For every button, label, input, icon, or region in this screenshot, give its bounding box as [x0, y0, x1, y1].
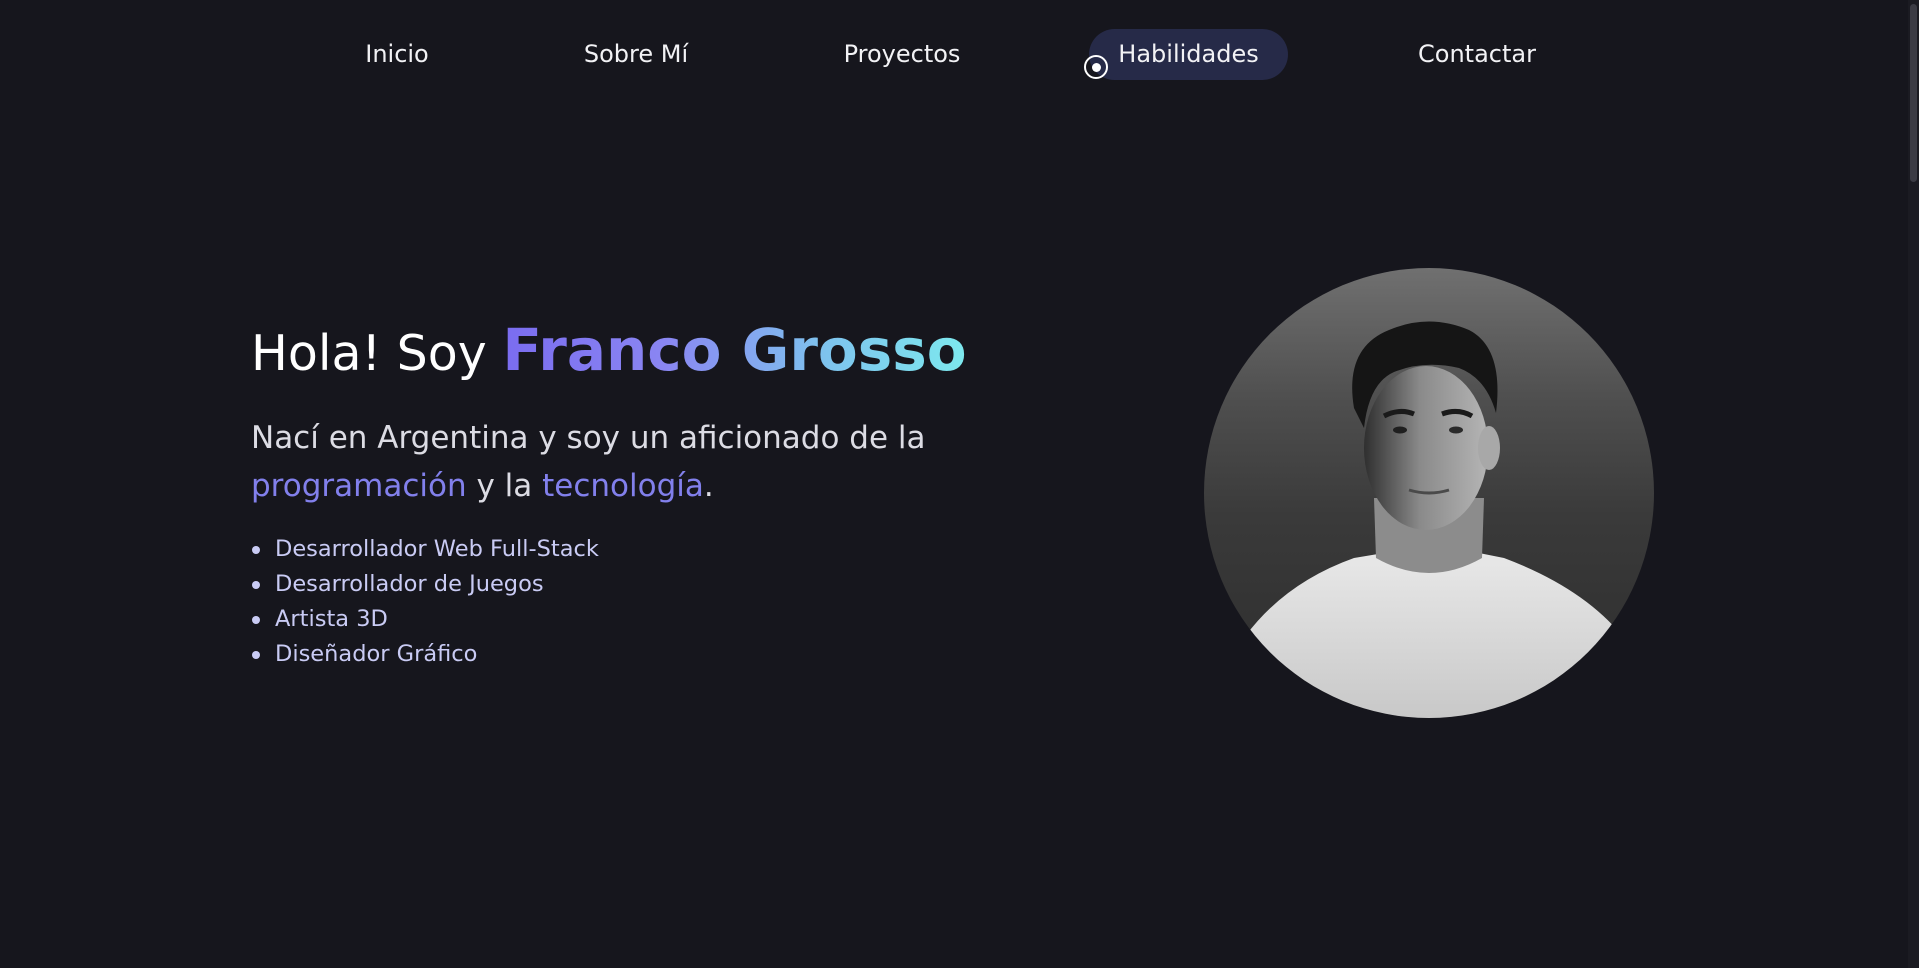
intro-text-2: y la — [476, 468, 533, 504]
role-item: Artista 3D — [251, 602, 1011, 637]
nav-item-sobre-mi[interactable]: Sobre Mí — [566, 29, 706, 80]
hero-section: Hola! Soy Franco Grosso Nací en Argentin… — [251, 310, 1011, 672]
nav-item-proyectos[interactable]: Proyectos — [828, 29, 976, 80]
intro-period: . — [703, 468, 714, 504]
hero-greeting: Hola! Soy Franco Grosso — [251, 310, 1011, 394]
role-item: Diseñador Gráfico — [251, 637, 1011, 672]
nav-item-habilidades[interactable]: Habilidades — [1089, 29, 1288, 80]
hero-name: Franco Grosso — [502, 316, 967, 384]
nav-item-inicio[interactable]: Inicio — [340, 29, 454, 80]
intro-text-1: Nací en Argentina y soy un aficionado de… — [251, 420, 926, 456]
roles-list: Desarrollador Web Full-Stack Desarrollad… — [251, 532, 1011, 672]
mouse-cursor-icon — [1084, 55, 1108, 79]
role-item: Desarrollador Web Full-Stack — [251, 532, 1011, 567]
page: Inicio Sobre Mí Proyectos Habilidades Co… — [0, 0, 1919, 968]
profile-photo — [1204, 268, 1654, 718]
role-item: Desarrollador de Juegos — [251, 567, 1011, 602]
top-nav: Inicio Sobre Mí Proyectos Habilidades Co… — [0, 0, 1908, 110]
hero-intro: Nací en Argentina y soy un aficionado de… — [251, 414, 1011, 510]
page-scrollbar[interactable] — [1908, 0, 1919, 968]
intro-accent-programacion: programación — [251, 468, 467, 504]
profile-photo-icon — [1244, 321, 1624, 718]
nav-item-contactar[interactable]: Contactar — [1398, 29, 1556, 80]
intro-accent-tecnologia: tecnología — [542, 468, 704, 504]
greeting-prefix: Hola! Soy — [251, 325, 487, 382]
scrollbar-thumb[interactable] — [1910, 4, 1917, 182]
